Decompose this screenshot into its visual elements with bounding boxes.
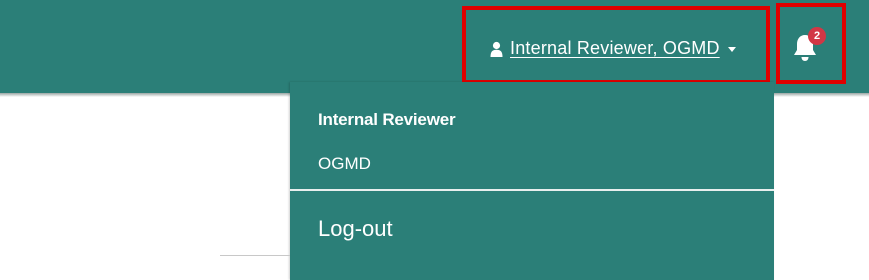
user-menu-label[interactable]: Internal Reviewer, OGMD — [510, 38, 720, 59]
dropdown-role-heading: Internal Reviewer — [318, 110, 456, 129]
user-dropdown-menu: Internal Reviewer OGMD Log-out — [290, 82, 774, 280]
dropdown-divider — [290, 189, 774, 191]
notification-count-badge: 2 — [808, 27, 826, 45]
content-divider-line — [220, 255, 290, 256]
notifications-button[interactable]: 2 — [789, 27, 826, 67]
dropdown-organization: OGMD — [318, 154, 371, 173]
user-icon — [490, 39, 504, 57]
user-menu-toggle[interactable]: Internal Reviewer, OGMD — [490, 34, 736, 62]
top-navigation-bar — [0, 0, 869, 93]
caret-down-icon[interactable] — [727, 46, 736, 52]
logout-menu-item[interactable]: Log-out — [318, 216, 393, 242]
